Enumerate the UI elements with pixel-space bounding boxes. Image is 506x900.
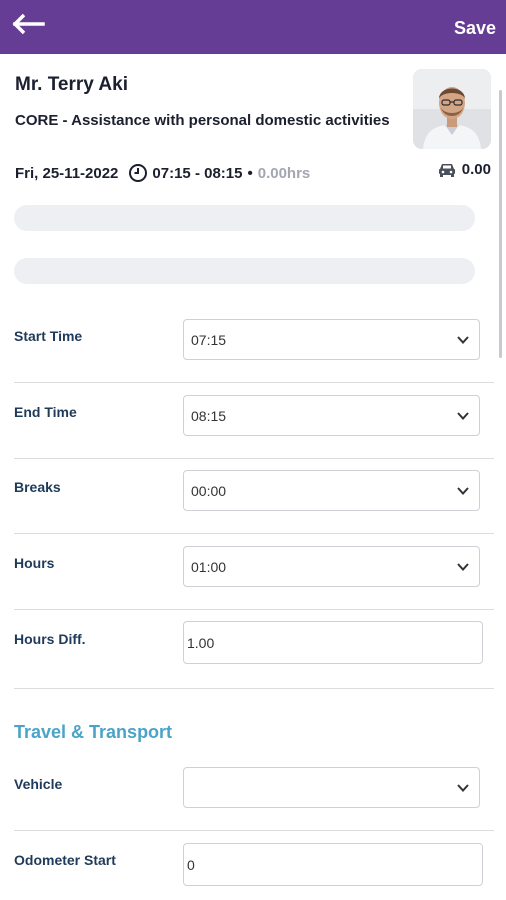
odometer-start-label: Odometer Start (14, 852, 116, 868)
breaks-value: 00:00 (191, 483, 227, 499)
end-time-label: End Time (14, 404, 77, 420)
hours-label: Hours (14, 555, 55, 571)
hours-diff-input[interactable]: 1.00 (183, 621, 483, 664)
save-button[interactable]: Save (454, 18, 496, 39)
scrollbar[interactable] (499, 90, 502, 358)
visit-time-row: Fri, 25-11-2022 07:15 - 08:15 • 0.00hrs (15, 163, 310, 183)
vehicle-label: Vehicle (14, 776, 63, 792)
breaks-select[interactable]: 00:00 (183, 470, 480, 511)
divider (14, 688, 494, 689)
separator-dot: • (247, 164, 253, 182)
start-time-value: 07:15 (191, 332, 227, 348)
visit-duration: 0.00hrs (257, 164, 311, 182)
hours-select[interactable]: 01:00 (183, 546, 480, 587)
divider (14, 458, 494, 459)
chevron-down-icon (457, 487, 469, 495)
back-button[interactable] (12, 10, 52, 38)
chevron-down-icon (457, 336, 469, 344)
travel-section-title: Travel & Transport (14, 722, 173, 742)
breaks-label: Breaks (14, 479, 61, 495)
clock-icon (129, 164, 148, 182)
divider (14, 382, 494, 383)
travel-amount-value: 0.00 (461, 161, 491, 178)
hours-diff-label: Hours Diff. (14, 631, 86, 647)
visit-date: Fri, 25-11-2022 (15, 164, 119, 182)
end-time-select[interactable]: 08:15 (183, 395, 480, 436)
arrow-left-icon (12, 13, 45, 35)
client-name: Mr. Terry Aki (15, 74, 128, 95)
loading-placeholder (14, 258, 475, 284)
hours-diff-value: 1.00 (187, 635, 215, 651)
divider (14, 830, 494, 831)
loading-placeholder (14, 205, 475, 231)
hours-value: 01:00 (191, 559, 227, 575)
start-time-select[interactable]: 07:15 (183, 319, 480, 360)
divider (14, 533, 494, 534)
chevron-down-icon (457, 412, 469, 420)
car-icon (438, 163, 455, 177)
vehicle-select[interactable] (183, 767, 480, 808)
chevron-down-icon (457, 563, 469, 571)
client-avatar (413, 69, 491, 149)
odometer-start-input[interactable]: 0 (183, 843, 483, 886)
chevron-down-icon (457, 784, 469, 792)
app-header: Save (0, 0, 506, 54)
divider (14, 609, 494, 610)
travel-amount: 0.00 (437, 161, 491, 178)
odometer-start-value: 0 (187, 857, 195, 873)
end-time-value: 08:15 (191, 408, 227, 424)
visit-time-range: 07:15 - 08:15 (152, 164, 243, 182)
start-time-label: Start Time (14, 328, 83, 344)
service-name: CORE - Assistance with personal domestic… (15, 112, 390, 129)
